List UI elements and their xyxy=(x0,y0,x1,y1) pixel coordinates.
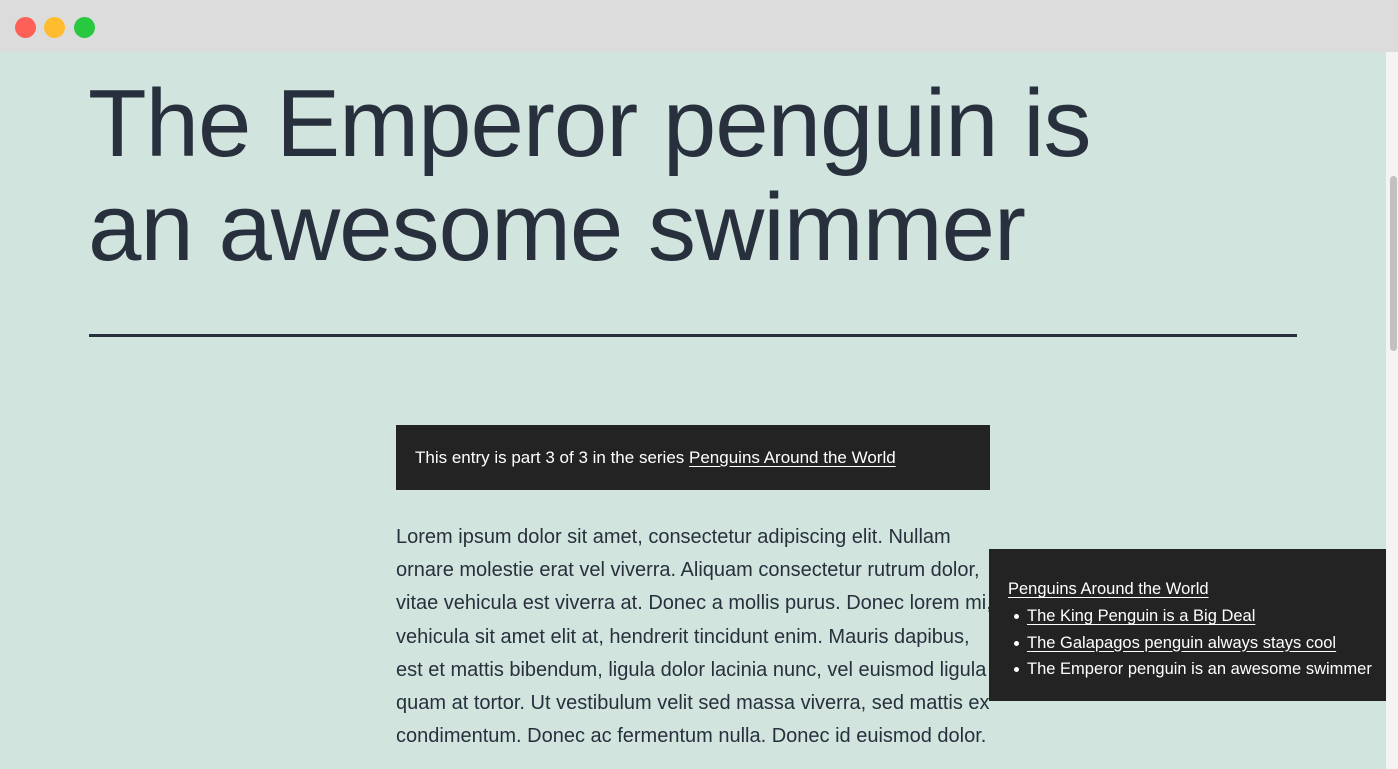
series-toc-item-current: The Emperor penguin is an awesome swimme… xyxy=(1014,659,1386,679)
page-viewport: The Emperor penguin is an awesome swimme… xyxy=(0,52,1386,769)
series-toc: Penguins Around the World The King Pengu… xyxy=(989,549,1386,701)
window-titlebar xyxy=(0,0,1398,52)
series-toc-item: The Galapagos penguin always stays cool xyxy=(1014,633,1386,653)
page-title: The Emperor penguin is an awesome swimme… xyxy=(88,70,1092,281)
window-minimize-button[interactable] xyxy=(44,17,65,38)
series-toc-list: The King Penguin is a Big Deal The Galap… xyxy=(1008,606,1386,679)
window-close-button[interactable] xyxy=(15,17,36,38)
scrollbar-track[interactable] xyxy=(1386,52,1398,769)
window-zoom-button[interactable] xyxy=(74,17,95,38)
series-notice: This entry is part 3 of 3 in the series … xyxy=(396,425,990,490)
title-divider xyxy=(89,334,1297,337)
series-toc-item-link[interactable]: The King Penguin is a Big Deal xyxy=(1027,607,1255,625)
series-link[interactable]: Penguins Around the World xyxy=(689,448,896,467)
series-toc-item: The King Penguin is a Big Deal xyxy=(1014,606,1386,626)
series-notice-text: This entry is part 3 of 3 in the series xyxy=(415,448,690,467)
scrollbar-thumb[interactable] xyxy=(1390,176,1397,351)
series-toc-item-link[interactable]: The Galapagos penguin always stays cool xyxy=(1027,634,1336,652)
series-toc-title-link[interactable]: Penguins Around the World xyxy=(1008,579,1386,599)
series-toc-item-label: The Emperor penguin is an awesome swimme… xyxy=(1027,660,1372,678)
post-body: Lorem ipsum dolor sit amet, consectetur … xyxy=(396,526,992,748)
